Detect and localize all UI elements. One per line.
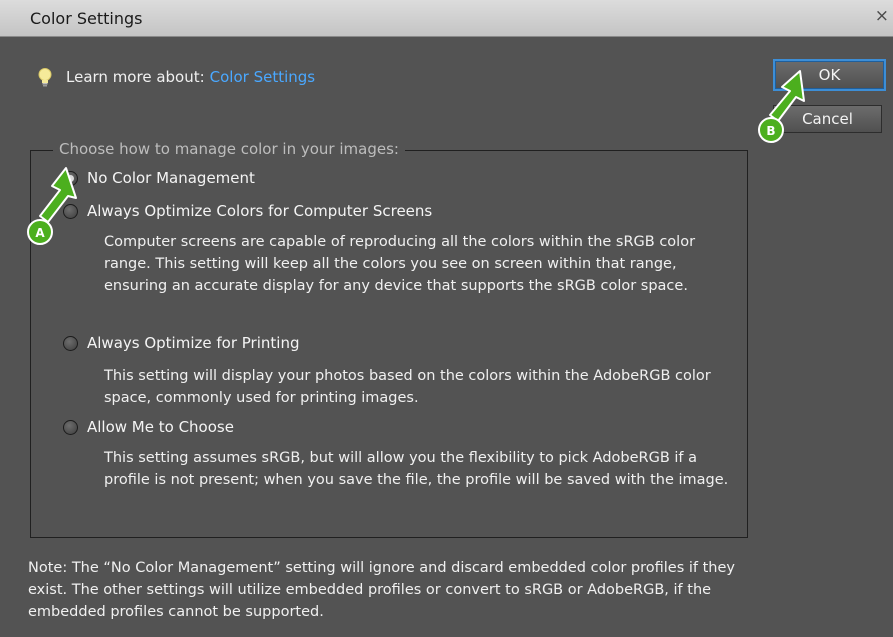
radio-label: No Color Management bbox=[87, 169, 255, 187]
option-description: Computer screens are capable of reproduc… bbox=[104, 234, 696, 294]
lightbulb-icon bbox=[38, 68, 52, 87]
title-bar: Color Settings × bbox=[0, 0, 893, 37]
radio-no-color-management[interactable]: No Color Management bbox=[63, 169, 255, 187]
callout-arrow-icon bbox=[39, 167, 77, 223]
radio-button[interactable] bbox=[63, 335, 78, 351]
callout-letter-b: B bbox=[766, 124, 775, 138]
callout-b-marker: B bbox=[758, 70, 805, 143]
note-text: Note: The “No Color Management” setting … bbox=[28, 560, 736, 620]
close-icon[interactable]: × bbox=[875, 6, 889, 26]
radio-label: Always Optimize for Printing bbox=[87, 334, 300, 352]
option-description: This setting will display your photos ba… bbox=[104, 368, 711, 406]
radio-label: Always Optimize Colors for Computer Scre… bbox=[87, 202, 433, 220]
radio-allow-me-to-choose[interactable]: Allow Me to Choose bbox=[63, 418, 234, 436]
callout-letter-a: A bbox=[35, 226, 45, 240]
radio-button[interactable] bbox=[63, 419, 78, 435]
group-legend: Choose how to manage color in your image… bbox=[53, 140, 405, 158]
color-settings-help-link[interactable]: Color Settings bbox=[210, 68, 315, 86]
dialog-title: Color Settings bbox=[30, 9, 143, 28]
radio-optimize-printing[interactable]: Always Optimize for Printing bbox=[63, 334, 299, 352]
learn-more-label: Learn more about: bbox=[66, 68, 205, 86]
option-description: This setting assumes sRGB, but will allo… bbox=[104, 450, 729, 488]
learn-more-row: Learn more about: Color Settings bbox=[36, 67, 315, 87]
color-settings-dialog: Color Settings × Learn more about: Color… bbox=[0, 0, 893, 637]
callout-arrow-icon bbox=[769, 70, 805, 122]
radio-label: Allow Me to Choose bbox=[87, 418, 234, 436]
callout-a-marker: A bbox=[27, 167, 77, 245]
radio-optimize-screens[interactable]: Always Optimize Colors for Computer Scre… bbox=[63, 202, 432, 220]
color-management-group: Choose how to manage color in your image… bbox=[30, 140, 748, 538]
